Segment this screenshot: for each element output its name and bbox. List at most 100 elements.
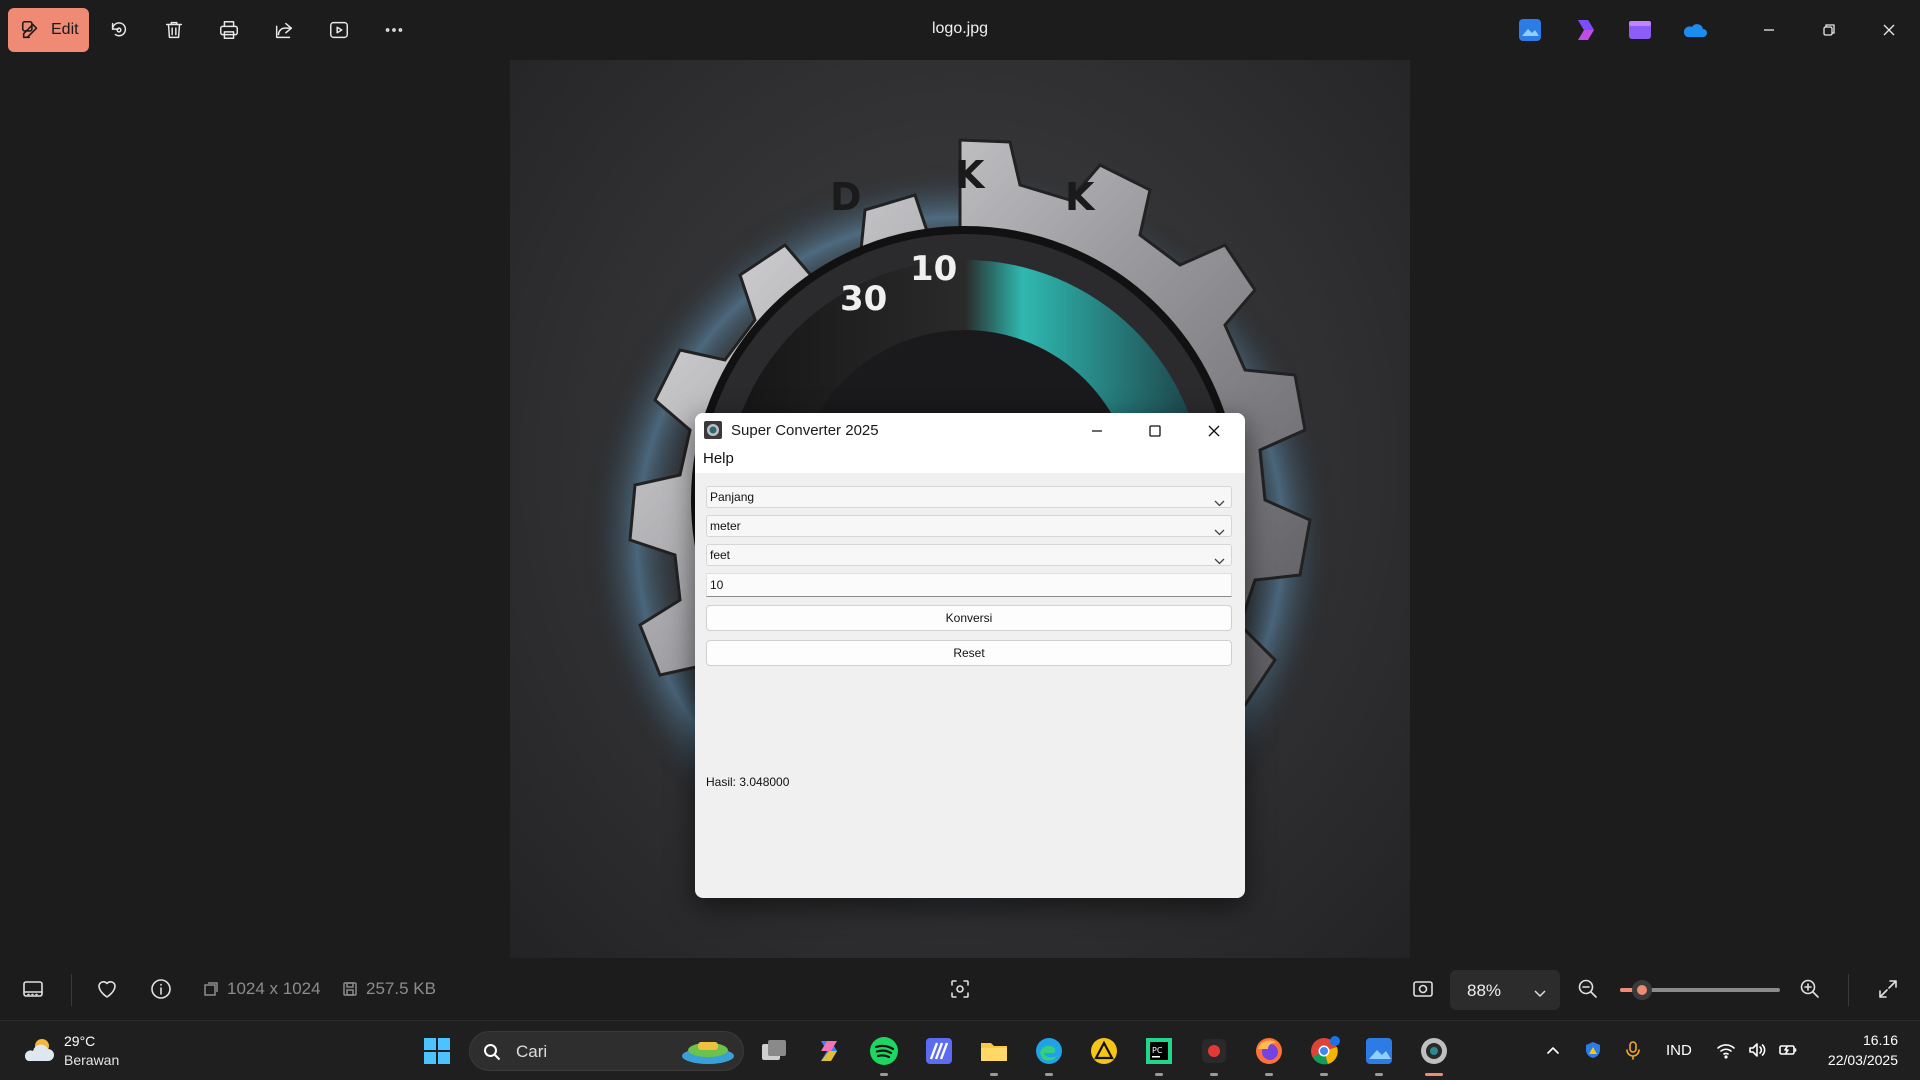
file-explorer-icon[interactable] xyxy=(978,1035,1010,1067)
restore-icon xyxy=(1823,24,1835,36)
reset-button[interactable]: Reset xyxy=(706,640,1232,666)
dialog-title-bar[interactable]: Super Converter 2025 xyxy=(695,413,1245,448)
video-editor-icon[interactable] xyxy=(1627,17,1653,43)
from-unit-select[interactable]: meter xyxy=(706,515,1232,537)
divider xyxy=(71,974,72,1006)
clipchamp-icon[interactable] xyxy=(1572,17,1598,43)
minimize-button[interactable] xyxy=(1746,8,1792,52)
file-size: 257.5 KB xyxy=(342,979,436,999)
zoom-value: 88% xyxy=(1467,981,1502,1000)
show-hidden-icons-button[interactable] xyxy=(1543,1040,1563,1065)
windows-taskbar: 29°C Berawan Cari PC IND 16.16 22/03/202… xyxy=(0,1020,1920,1080)
divider xyxy=(1848,974,1849,1006)
svg-text:30: 30 xyxy=(840,279,887,319)
info-button[interactable] xyxy=(149,977,173,1001)
svg-text:PC: PC xyxy=(1152,1046,1163,1055)
image-dimensions: 1024 x 1024 xyxy=(203,979,321,999)
minimize-icon xyxy=(1764,29,1774,31)
visual-search-button[interactable] xyxy=(948,977,972,1001)
weather-description: Berawan xyxy=(64,1052,120,1068)
menu-help[interactable]: Help xyxy=(703,450,734,467)
task-view-icon[interactable] xyxy=(758,1035,790,1067)
security-tray-button[interactable] xyxy=(1583,1040,1603,1065)
result-label: Hasil: 3.048000 xyxy=(706,775,790,789)
language-indicator[interactable]: IND xyxy=(1666,1042,1692,1059)
microphone-icon xyxy=(1626,1041,1640,1060)
to-unit-select[interactable]: feet xyxy=(706,544,1232,566)
screen-recorder-icon[interactable] xyxy=(1198,1035,1230,1067)
fullscreen-button[interactable] xyxy=(1876,977,1900,1001)
photos-app-icon[interactable] xyxy=(1517,17,1543,43)
actual-size-button[interactable] xyxy=(1411,977,1435,1001)
dimensions-icon xyxy=(204,982,218,996)
zoom-in-icon xyxy=(1800,979,1819,998)
info-icon xyxy=(151,979,171,999)
speaker-icon xyxy=(1749,1043,1766,1057)
share-button[interactable] xyxy=(262,8,306,52)
favorite-button[interactable] xyxy=(95,977,119,1001)
running-indicator xyxy=(1045,1073,1053,1076)
weather-temperature: 29°C xyxy=(64,1033,96,1049)
pycharm-icon[interactable]: PC xyxy=(1143,1035,1175,1067)
close-icon xyxy=(1883,24,1895,36)
photos-taskbar-icon[interactable] xyxy=(1363,1035,1395,1067)
zoom-dropdown[interactable]: 88% xyxy=(1450,970,1560,1010)
delete-button[interactable] xyxy=(152,8,196,52)
running-indicator xyxy=(1375,1073,1383,1076)
zoom-slider[interactable] xyxy=(1620,980,1780,1000)
slideshow-icon xyxy=(330,21,348,39)
warning-app-icon[interactable] xyxy=(1088,1035,1120,1067)
category-select[interactable]: Panjang xyxy=(706,486,1232,508)
edge-icon[interactable] xyxy=(1033,1035,1065,1067)
photos-title-bar: Edit logo.jpg xyxy=(0,0,1920,60)
wifi-icon xyxy=(1717,1044,1735,1059)
onedrive-icon[interactable] xyxy=(1682,17,1708,43)
volume-tray-button[interactable] xyxy=(1747,1040,1767,1065)
filmstrip-button[interactable] xyxy=(21,977,45,1001)
microphone-tray-button[interactable] xyxy=(1623,1040,1643,1065)
battery-tray-button[interactable] xyxy=(1778,1040,1798,1065)
dialog-minimize-button[interactable] xyxy=(1068,413,1126,448)
heart-icon xyxy=(98,981,116,998)
more-button[interactable] xyxy=(372,8,416,52)
chevron-down-icon xyxy=(1214,522,1225,536)
zoom-slider-thumb[interactable] xyxy=(1632,980,1653,1000)
running-indicator xyxy=(1265,1073,1273,1076)
wifi-tray-button[interactable] xyxy=(1716,1040,1736,1065)
svg-text:K: K xyxy=(955,153,986,197)
svg-text:10: 10 xyxy=(910,249,957,289)
edit-button[interactable]: Edit xyxy=(8,8,89,52)
slideshow-button[interactable] xyxy=(317,8,361,52)
dialog-close-button[interactable] xyxy=(1185,413,1243,448)
active-app-indicator xyxy=(1425,1073,1443,1076)
running-indicator xyxy=(1320,1073,1328,1076)
clock-time[interactable]: 16.16 xyxy=(1820,1032,1898,1048)
rotate-button[interactable] xyxy=(97,8,141,52)
copilot-icon[interactable] xyxy=(813,1035,845,1067)
zoom-out-button[interactable] xyxy=(1576,977,1600,1001)
spotify-icon[interactable] xyxy=(868,1035,900,1067)
firefox-icon[interactable] xyxy=(1253,1035,1285,1067)
super-converter-taskbar-icon[interactable] xyxy=(1418,1035,1450,1067)
print-button[interactable] xyxy=(207,8,251,52)
code-editor-icon[interactable] xyxy=(923,1035,955,1067)
clock-date[interactable]: 22/03/2025 xyxy=(1810,1052,1898,1068)
dialog-maximize-button[interactable] xyxy=(1126,413,1184,448)
search-icon xyxy=(483,1043,501,1061)
restore-button[interactable] xyxy=(1806,8,1852,52)
chevron-down-icon xyxy=(1214,551,1225,565)
convert-button[interactable]: Konversi xyxy=(706,605,1232,631)
close-button[interactable] xyxy=(1866,8,1912,52)
cloudy-weather-icon xyxy=(24,1039,54,1061)
running-indicator xyxy=(880,1073,888,1076)
chevron-down-icon xyxy=(1214,493,1225,507)
file-size-text: 257.5 KB xyxy=(366,979,436,998)
shield-icon xyxy=(1586,1042,1600,1058)
start-button[interactable] xyxy=(421,1035,453,1067)
zoom-in-button[interactable] xyxy=(1798,977,1822,1001)
edit-label: Edit xyxy=(51,21,79,38)
value-input[interactable]: 10 xyxy=(706,573,1232,597)
taskbar-search[interactable]: Cari xyxy=(469,1031,744,1071)
app-logo-icon xyxy=(704,421,722,439)
chrome-icon[interactable] xyxy=(1308,1035,1340,1067)
